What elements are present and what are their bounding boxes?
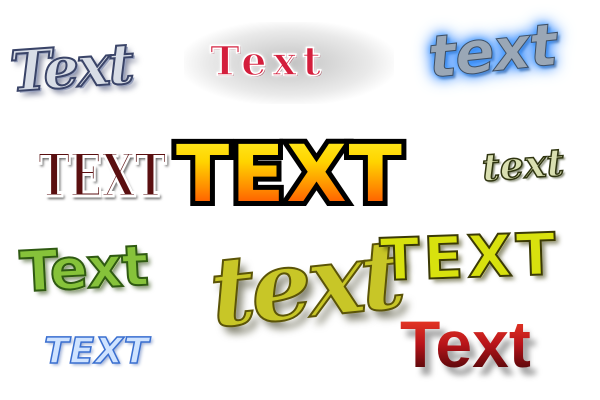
text-sample-fire-gradient: TEXT bbox=[176, 130, 404, 220]
text-sample-steel-handwritten: Text bbox=[7, 30, 135, 106]
text-sample-gold-script: text bbox=[204, 216, 408, 350]
text-effects-canvas: Text Text text TEXT TEXT TEXT text Text … bbox=[0, 0, 600, 400]
fire-sample-group: TEXT TEXT bbox=[171, 125, 456, 226]
text-sample-dark-red-gradient: Text bbox=[400, 307, 531, 381]
text-sample-blue-italic: TEXT bbox=[43, 331, 150, 372]
text-sample-red-pill-outline: Text bbox=[209, 38, 327, 85]
text-sample-grunge-dark-red: TEXT bbox=[37, 141, 168, 211]
text-sample-blue-glow: text bbox=[424, 10, 560, 92]
text-sample-yellow-gritty: TEXT bbox=[378, 219, 562, 295]
text-sample-green-grunge: Text bbox=[17, 233, 150, 307]
text-sample-olive-outline: text bbox=[480, 138, 566, 190]
dark-red-sample-group: Text Text bbox=[400, 306, 590, 390]
